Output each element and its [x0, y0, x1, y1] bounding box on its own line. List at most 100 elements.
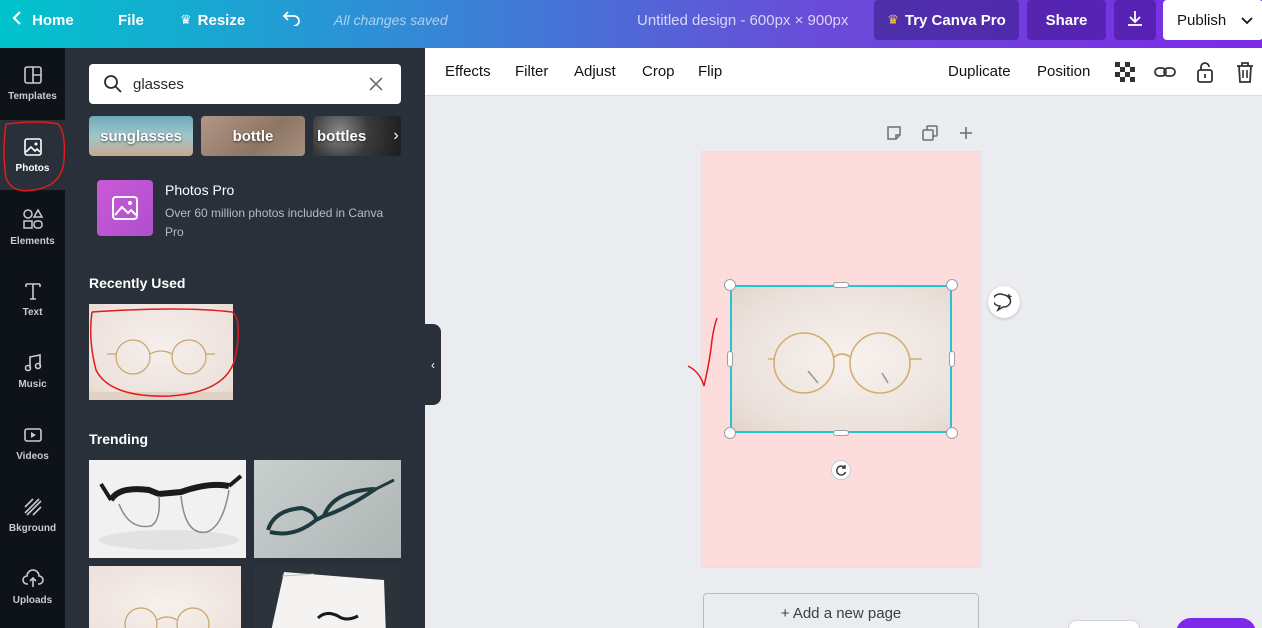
- resize-handle-bottom-left[interactable]: [724, 427, 736, 439]
- effects-button[interactable]: Effects: [445, 48, 491, 95]
- resize-handle-top[interactable]: [833, 282, 849, 288]
- background-icon: [23, 497, 42, 516]
- recently-used-heading: Recently Used: [89, 275, 186, 291]
- chip-sunglasses[interactable]: sunglasses: [89, 116, 193, 156]
- search-box[interactable]: glasses: [89, 64, 401, 104]
- selected-image[interactable]: [730, 285, 952, 433]
- dark-glasses-image: [266, 478, 395, 536]
- round-glasses-image: [768, 332, 922, 394]
- photos-pro-icon: [97, 180, 153, 236]
- position-button[interactable]: Position: [1037, 48, 1090, 95]
- comment-icon: [994, 293, 1012, 312]
- file-menu[interactable]: File: [118, 0, 144, 40]
- transparency-icon[interactable]: [1113, 60, 1137, 84]
- resize-handle-bottom-right[interactable]: [946, 427, 958, 439]
- photos-pro-card[interactable]: Photos Pro Over 60 million photos includ…: [97, 180, 397, 240]
- chip-bottle[interactable]: bottle: [201, 116, 305, 156]
- add-page-icon[interactable]: [957, 124, 975, 142]
- trending-photo-2[interactable]: [254, 460, 401, 558]
- left-rail: Templates Photos Elements Text Music Vid…: [0, 48, 65, 628]
- help-button[interactable]: [1176, 618, 1256, 628]
- trending-heading: Trending: [89, 431, 149, 447]
- rail-label: Bkground: [8, 522, 57, 534]
- rail-label: Photos: [15, 162, 50, 174]
- add-new-page-button[interactable]: + Add a new page: [703, 593, 979, 628]
- resize-handle-left[interactable]: [727, 351, 733, 367]
- elements-icon: [22, 207, 43, 229]
- search-icon: [103, 74, 123, 99]
- round-glasses-image: [89, 339, 233, 400]
- search-input[interactable]: glasses: [133, 76, 184, 93]
- home-label: Home: [32, 11, 74, 29]
- undo-icon: [282, 10, 302, 30]
- uploads-icon: [21, 568, 44, 587]
- rail-item-text[interactable]: Text: [0, 264, 65, 334]
- page-notes-icon[interactable]: [885, 124, 903, 142]
- trash-icon[interactable]: [1233, 60, 1257, 84]
- recent-photo-glasses[interactable]: [89, 304, 233, 400]
- trending-photo-4[interactable]: [254, 566, 401, 628]
- trending-photo-3[interactable]: [89, 566, 241, 628]
- rail-label: Elements: [10, 235, 55, 247]
- videos-icon: [23, 427, 42, 442]
- zoom-control[interactable]: [1068, 620, 1140, 628]
- rail-item-background[interactable]: Bkground: [0, 480, 65, 550]
- lock-icon[interactable]: [1193, 60, 1217, 84]
- rail-label: Templates: [8, 90, 57, 102]
- photos-icon: [23, 137, 42, 156]
- top-bar: Home File ♛ Resize All changes saved Unt…: [0, 0, 1262, 48]
- rail-label: Videos: [16, 450, 49, 462]
- gold-glasses-image: [124, 607, 210, 628]
- collapse-panel-button[interactable]: ‹: [425, 324, 441, 405]
- trending-photo-1[interactable]: [89, 460, 246, 558]
- duplicate-button[interactable]: Duplicate: [948, 48, 1011, 95]
- download-button[interactable]: [1114, 0, 1156, 40]
- link-icon[interactable]: [1153, 60, 1177, 84]
- chevron-right-icon[interactable]: ›: [389, 116, 403, 156]
- rotate-handle[interactable]: [831, 460, 851, 480]
- design-title[interactable]: Untitled design - 600px × 900px: [637, 0, 848, 40]
- rail-item-templates[interactable]: Templates: [0, 48, 65, 118]
- try-canva-pro-button[interactable]: ♛ Try Canva Pro: [874, 0, 1019, 40]
- chevron-left-icon: [12, 11, 22, 29]
- crop-button[interactable]: Crop: [642, 48, 675, 95]
- music-icon: [24, 353, 41, 371]
- publish-button[interactable]: Publish: [1163, 0, 1262, 40]
- notebook-glasses-image: [271, 572, 386, 628]
- save-status: All changes saved: [334, 12, 448, 28]
- adjust-button[interactable]: Adjust: [574, 48, 616, 95]
- download-icon: [1126, 9, 1144, 31]
- black-glasses-image: [99, 474, 243, 550]
- suggestion-chips: sunglasses bottle bottles ›: [89, 116, 401, 156]
- rail-label: Music: [18, 378, 47, 390]
- resize-handle-top-left[interactable]: [724, 279, 736, 291]
- home-button[interactable]: Home: [12, 0, 74, 40]
- clear-search-icon[interactable]: [369, 77, 383, 96]
- try-pro-label: Try Canva Pro: [904, 11, 1006, 29]
- duplicate-page-icon[interactable]: [921, 124, 939, 142]
- rail-label: Text: [22, 306, 43, 318]
- add-comment-button[interactable]: [988, 286, 1020, 318]
- rotate-icon: [836, 465, 847, 476]
- photos-pro-title: Photos Pro: [165, 182, 235, 198]
- templates-icon: [23, 65, 42, 84]
- resize-button[interactable]: ♛ Resize: [180, 0, 245, 40]
- undo-button[interactable]: [282, 0, 302, 40]
- chevron-left-icon: ‹: [431, 357, 435, 372]
- filter-button[interactable]: Filter: [515, 48, 548, 95]
- rail-item-videos[interactable]: Videos: [0, 408, 65, 478]
- chevron-down-icon: [1241, 12, 1253, 29]
- rail-item-uploads[interactable]: Uploads: [0, 552, 65, 622]
- share-button[interactable]: Share: [1027, 0, 1106, 40]
- text-icon: [24, 282, 41, 300]
- rail-item-music[interactable]: Music: [0, 336, 65, 406]
- chip-bottles[interactable]: bottles: [313, 116, 401, 156]
- crown-icon: ♛: [180, 12, 192, 27]
- rail-item-elements[interactable]: Elements: [0, 192, 65, 262]
- resize-handle-top-right[interactable]: [946, 279, 958, 291]
- rail-item-photos[interactable]: Photos: [0, 120, 65, 190]
- rail-label: Uploads: [12, 594, 53, 606]
- resize-handle-bottom[interactable]: [833, 430, 849, 436]
- flip-button[interactable]: Flip: [698, 48, 722, 95]
- resize-handle-right[interactable]: [949, 351, 955, 367]
